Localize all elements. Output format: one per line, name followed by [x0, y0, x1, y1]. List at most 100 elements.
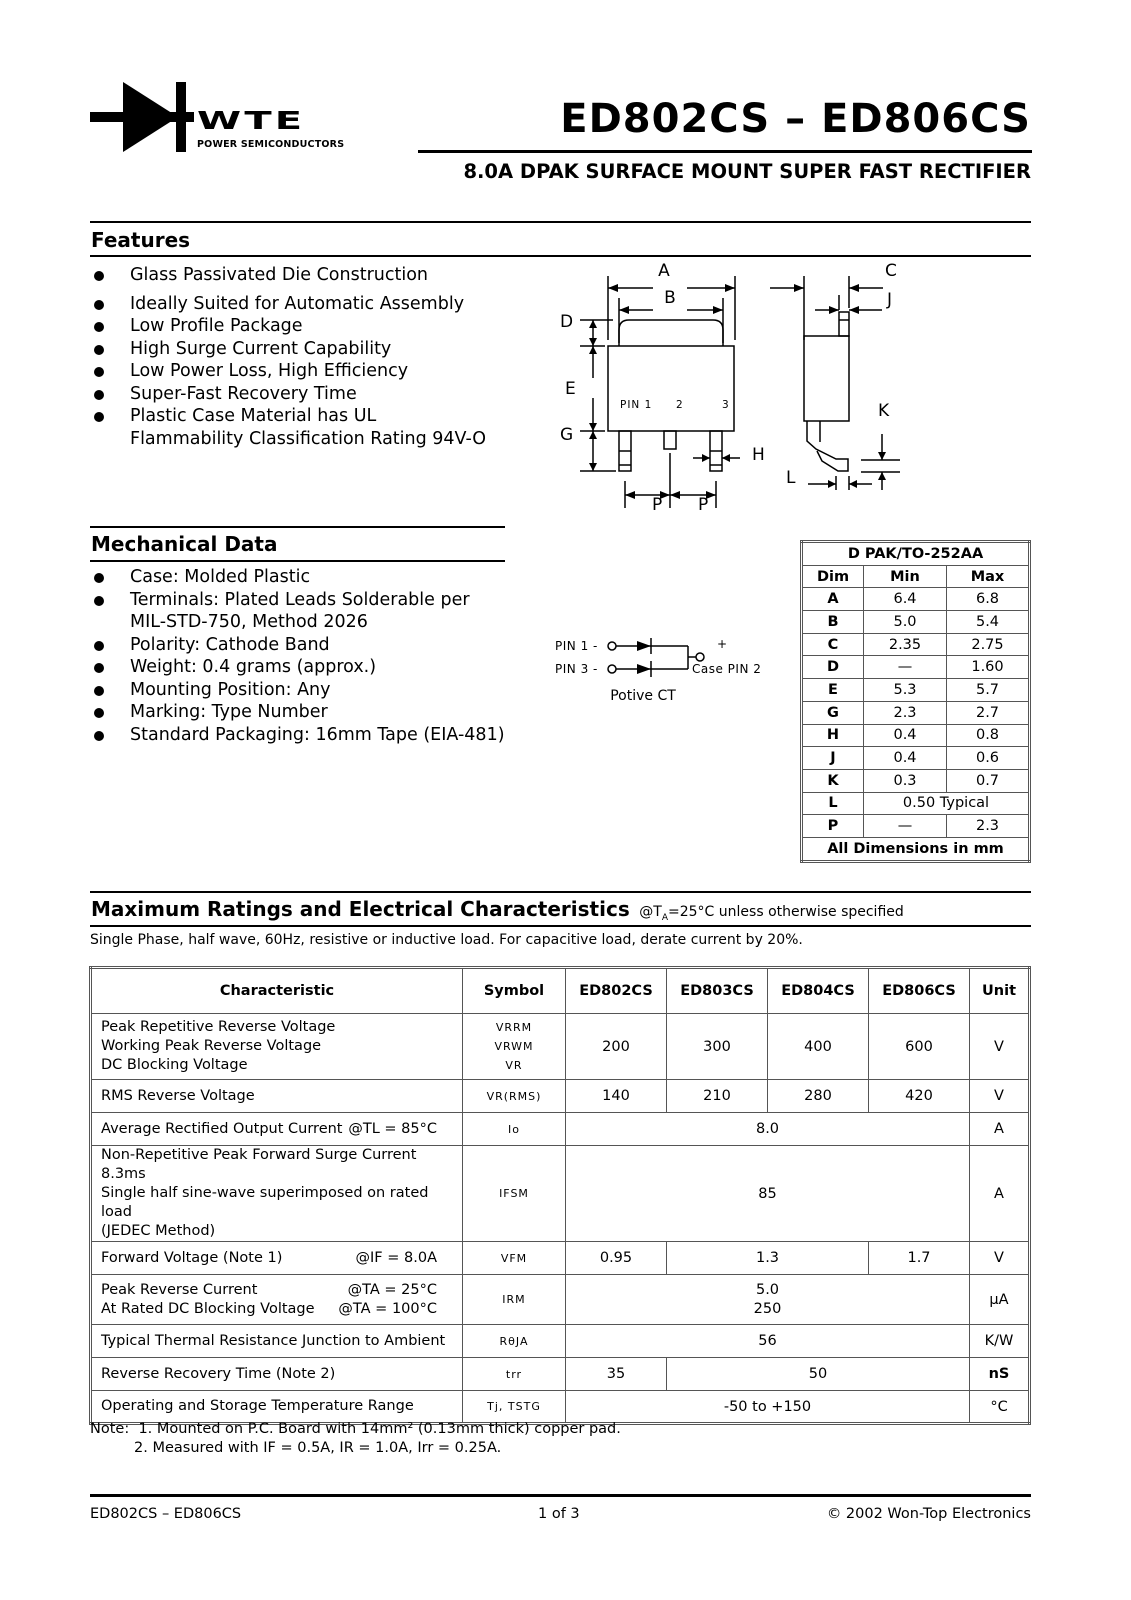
value: 210 [666, 1079, 768, 1113]
dim-max: 5.7 [946, 678, 1030, 702]
dim-cell: K [801, 768, 864, 793]
dim-row: H 0.4 0.8 [801, 723, 1030, 748]
symbol: Tj, TSTG [462, 1390, 566, 1424]
char-text: Operating and Storage Temperature Range [90, 1390, 463, 1424]
char-text: Non-Repetitive Peak Forward Surge Curren… [101, 1147, 417, 1182]
notes: Note: 1. Mounted on P.C. Board with 14mm… [90, 1420, 621, 1458]
dim-cell: D [801, 655, 864, 680]
dim-row: J 0.4 0.6 [801, 746, 1030, 770]
unit: K/W [969, 1324, 1030, 1358]
dim-min: 5.0 [863, 610, 947, 634]
pin1-label: PIN 1 [620, 399, 652, 411]
dim-cell: L [801, 791, 864, 816]
dim-label-a: A [658, 261, 670, 281]
dim-row: A 6.4 6.8 [801, 587, 1030, 612]
value: 280 [767, 1079, 869, 1113]
value: 400 [767, 1013, 869, 1080]
logo-subtext: POWER SEMICONDUCTORS [197, 139, 345, 150]
table-row: Forward Voltage (Note 1) @IF = 8.0A VFM 0… [90, 1241, 1030, 1275]
value: 56 [565, 1324, 970, 1358]
char-text: Average Rectified Output Current [101, 1120, 343, 1137]
char-text: Forward Voltage (Note 1) [101, 1249, 283, 1266]
feature-item: High Surge Current Capability [90, 338, 520, 361]
dim-max: 6.8 [946, 587, 1030, 612]
cond-prefix: @T [639, 904, 662, 920]
dim-min: 2.35 [863, 632, 947, 657]
symbol: VRRM [495, 1021, 533, 1034]
dim-label-k: K [878, 401, 890, 421]
dim-row: E 5.3 5.7 [801, 678, 1030, 702]
mechanical-item: Mounting Position: Any [90, 679, 510, 702]
dim-label-l: L [786, 468, 796, 488]
table-row: Operating and Storage Temperature Range … [90, 1390, 1030, 1424]
dim-cell: J [801, 746, 864, 770]
value: 600 [868, 1013, 970, 1080]
dim-min: 5.3 [863, 678, 947, 702]
dim-max: 0.8 [946, 723, 1030, 748]
dim-header-max: Max [946, 564, 1030, 589]
symbol: VR(RMS) [462, 1079, 566, 1113]
page-subtitle: 8.0A DPAK SURFACE MOUNT SUPER FAST RECTI… [463, 160, 1031, 183]
symbol: RθJA [462, 1324, 566, 1358]
unit: A [969, 1112, 1030, 1146]
unit: °C [969, 1390, 1030, 1424]
dim-cell: B [801, 610, 864, 634]
feature-item: Plastic Case Material has UL Flammabilit… [90, 405, 490, 450]
symbol: VR [505, 1059, 523, 1072]
note-1: 1. Mounted on P.C. Board with 14mm² (0.1… [138, 1421, 621, 1437]
pin2-label: 2 [676, 399, 684, 411]
col-characteristic: Characteristic [90, 967, 463, 1014]
feature-item: Low Profile Package [90, 315, 520, 338]
dim-label-e: E [565, 379, 576, 399]
ratings-top-rule [90, 891, 1031, 893]
dim-max: 2.3 [946, 814, 1030, 838]
dim-header-min: Min [863, 564, 947, 589]
col-unit: Unit [969, 967, 1030, 1014]
dim-cell: H [801, 723, 864, 748]
features-top-rule [90, 221, 1031, 223]
dim-cell: A [801, 587, 864, 612]
dim-row: B 5.0 5.4 [801, 610, 1030, 634]
feature-item: Low Power Loss, High Efficiency [90, 360, 520, 383]
value: 50 [666, 1357, 970, 1391]
logo-text: WTE [197, 106, 306, 135]
value: 140 [565, 1079, 667, 1113]
dim-label-j: J [886, 290, 892, 310]
ratings-title: Maximum Ratings and Electrical Character… [91, 897, 630, 921]
page-title: ED802CS – ED806CS [560, 96, 1031, 142]
schematic-pin3-label: PIN 3 - [555, 662, 598, 676]
schematic-caption: Potive CT [610, 688, 676, 704]
col-symbol: Symbol [462, 967, 566, 1014]
dim-typical: 0.50 Typical [863, 791, 1030, 816]
dim-row: D —1.60 [801, 655, 1030, 680]
dim-max: 2.7 [946, 700, 1030, 725]
value: 420 [868, 1079, 970, 1113]
footer-left: ED802CS – ED806CS [90, 1506, 242, 1522]
value: 1.3 [666, 1241, 869, 1275]
dim-row: K 0.3 0.7 [801, 768, 1030, 793]
ratings-table: Characteristic Symbol ED802CS ED803CS ED… [89, 966, 1031, 1425]
features-bottom-rule [90, 255, 1031, 257]
symbol: IFSM [462, 1145, 566, 1242]
table-row: Reverse Recovery Time (Note 2) trr 35 50… [90, 1357, 1030, 1391]
mechanical-item: Polarity: Cathode Band [90, 634, 510, 657]
value: 200 [565, 1013, 667, 1080]
dim-cell: P [801, 814, 864, 838]
dim-label-b: B [664, 288, 676, 308]
char-text: Reverse Recovery Time (Note 2) [90, 1357, 463, 1391]
mechanical-bottom-rule [90, 560, 505, 562]
dim-label-p1: P [652, 495, 662, 515]
unit: nS [969, 1357, 1030, 1391]
dim-min: 0.3 [863, 768, 947, 793]
schematic-plus-label: + [717, 637, 728, 651]
dim-max: 0.7 [946, 768, 1030, 793]
dim-row: P —2.3 [801, 814, 1030, 838]
diode-2-icon [637, 664, 651, 674]
dim-cell: E [801, 678, 864, 702]
mechanical-item: Terminals: Plated Leads Solderable per M… [90, 589, 470, 634]
char-text: Working Peak Reverse Voltage [101, 1038, 322, 1054]
diode-1-icon [637, 641, 651, 651]
dim-row: L 0.50 Typical [801, 791, 1030, 816]
title-divider [418, 150, 1032, 153]
value: 1.7 [868, 1241, 970, 1275]
